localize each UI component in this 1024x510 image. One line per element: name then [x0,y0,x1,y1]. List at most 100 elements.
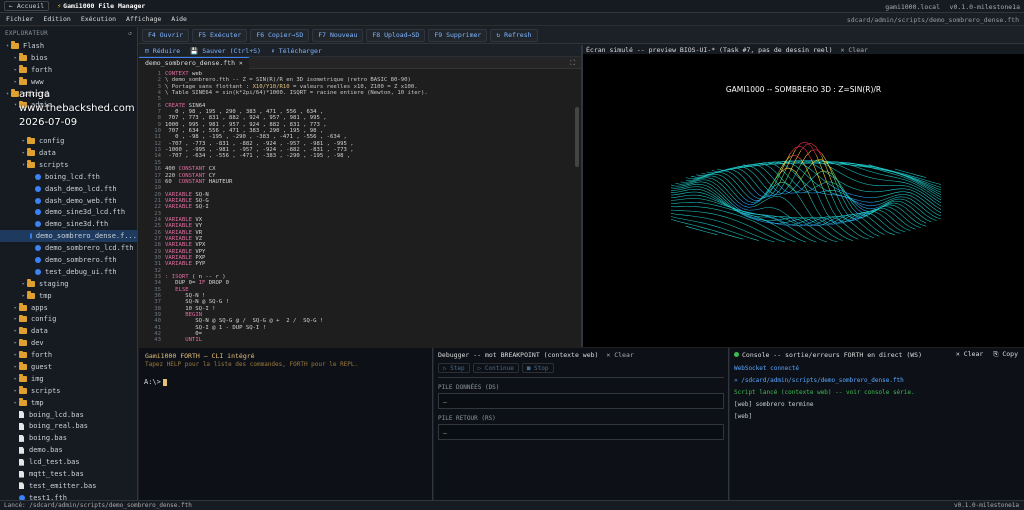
folder-icon [19,386,27,394]
refresh-icon[interactable]: ↺ [128,30,132,37]
mesh-line [889,175,895,178]
cli-prompt[interactable]: A:\> [144,378,167,386]
mesh-line [764,238,770,241]
tree-file[interactable]: dash_demo_web.fth [0,195,137,207]
mesh-line [905,191,911,194]
mesh-line [894,194,901,196]
tree-folder[interactable]: ▸ data [0,147,137,159]
mesh-line [894,188,901,190]
mesh-line [790,155,796,157]
stop-button[interactable]: ■ Stop [521,363,554,373]
mesh-line [910,179,916,183]
menu-edition[interactable]: Edition [43,15,70,23]
mesh-line [727,174,733,180]
debugger-clear-button[interactable]: ✕ Clear [606,351,633,359]
preview-clear-button[interactable]: ✕ Clear [841,46,868,54]
tree-file[interactable]: boing.bas [0,432,137,444]
tree-file[interactable]: dash_demo_lcd.fth [0,183,137,195]
tree-file[interactable]: demo_sine3d_lcd.fth [0,206,137,218]
tree-folder[interactable]: ▾ Flash [0,40,137,52]
run-button[interactable]: F5 Exécuter [192,28,248,42]
tree-folder[interactable]: ▸ config [0,135,137,147]
tree-folder[interactable]: ▸ apps [0,302,137,314]
mesh-line [831,167,838,172]
code-text[interactable]: CONTEXT web \ demo_sombrero.fth -- Z = S… [165,71,428,344]
tree-folder[interactable]: ▸ tmp [0,290,137,302]
continue-button[interactable]: ▷ Continue [472,363,519,373]
mesh-line [790,227,796,232]
collapse-button[interactable]: ⊟ Réduire [145,47,180,55]
step-button[interactable]: ▷ Step [438,363,470,373]
tree-file[interactable]: test_debug_ui.fth [0,266,137,278]
mesh-line [894,231,901,234]
tree-folder[interactable]: ▸ bios [0,52,137,64]
tree-folder[interactable]: ▸ www [0,76,137,88]
open-button[interactable]: F4 Ouvrir [142,28,190,42]
menu-affichage[interactable]: Affichage [126,15,161,23]
tree-folder[interactable]: ▸ forth [0,349,137,361]
save-button[interactable]: 💾 Sauver (Ctrl+S) [190,47,261,55]
mesh-line [685,223,692,225]
tree-file[interactable]: demo_sombrero_dense.f... [0,230,137,243]
tree-folder[interactable]: ▸ scripts [0,385,137,397]
watermark: amiga www.thebackshed.com 2026-07-09 [19,88,135,130]
debugger-buttons: ▷ Step ▷ Continue ■ Stop [438,363,724,378]
back-home-button[interactable]: ← Accueil [4,1,50,11]
editor-scrollbar[interactable] [575,107,579,167]
tree-folder[interactable]: ▸ dev [0,337,137,349]
mesh-line [696,225,702,228]
editor-tab[interactable]: demo_sombrero_dense.fth × [139,56,249,69]
tree-folder[interactable]: ▸ guest [0,361,137,373]
tree-file[interactable]: mqtt_test.bas [0,468,137,480]
tree-file[interactable]: boing_real.bas [0,421,137,433]
mesh-line [743,177,749,184]
mesh-line [847,200,854,210]
console-copy-button[interactable]: ⎘ Copy [993,350,1018,358]
chevron-right-icon: ▸ [13,352,17,359]
menu-fichier[interactable]: Fichier [6,15,33,23]
tree-folder[interactable]: ▸ staging [0,278,137,290]
menu-execution[interactable]: Exécution [81,15,116,23]
folder-icon [27,160,35,168]
mesh-line [905,171,911,174]
code-editor[interactable]: 1 2 3 4 5 6 7 8 9 10 11 12 13 14 15 16 1… [139,69,581,345]
tree-folder[interactable]: ▸ config [0,313,137,325]
mesh-line [926,215,932,219]
tree-file[interactable]: boing_lcd.bas [0,409,137,421]
preview-pane: Écran simulé -- preview BIOS-UI-* (Task … [583,45,1024,347]
delete-button[interactable]: F9 Supprimer [428,28,488,42]
mesh-line [706,185,713,190]
mesh-line [769,174,775,181]
mesh-line [727,171,733,175]
copy-to-sd-button[interactable]: F6 Copier→SD [250,28,310,42]
mesh-line [711,213,718,216]
tree-label: demo_sombrero.fth [45,255,117,264]
expand-icon[interactable]: ⛶ [570,59,575,68]
download-button[interactable]: ⬇ Télécharger [271,47,322,55]
mesh-line [671,218,676,221]
tree-file[interactable]: demo.bas [0,444,137,456]
file-icon [19,411,24,419]
upload-to-sd-button[interactable]: F8 Upload→SD [366,28,426,42]
tree-folder[interactable]: ▾ scripts [0,159,137,171]
tree-file[interactable]: demo_sombrero_lcd.fth [0,242,137,254]
tree-folder[interactable]: ▸ forth [0,64,137,76]
menu-aide[interactable]: Aide [171,15,187,23]
new-button[interactable]: F7 Nouveau [312,28,364,42]
tree-file[interactable]: test1.fth [0,492,137,500]
mesh-line [748,206,754,208]
mesh-line [910,184,916,187]
tree-folder[interactable]: ▸ tmp [0,397,137,409]
refresh-button[interactable]: ↻ Refresh [490,28,538,42]
tree-file[interactable]: test_emitter.bas [0,480,137,492]
tree-folder[interactable]: ▸ img [0,373,137,385]
console-clear-button[interactable]: ✕ Clear [956,350,983,358]
mesh-line [863,237,869,240]
mesh-line [915,202,922,207]
tree-file[interactable]: demo_sine3d.fth [0,218,137,230]
tree-file[interactable]: lcd_test.bas [0,456,137,468]
tree-folder[interactable]: ▸ data [0,325,137,337]
mesh-line [894,220,901,226]
tree-file[interactable]: demo_sombrero.fth [0,254,137,266]
tree-file[interactable]: boing_lcd.fth [0,171,137,183]
